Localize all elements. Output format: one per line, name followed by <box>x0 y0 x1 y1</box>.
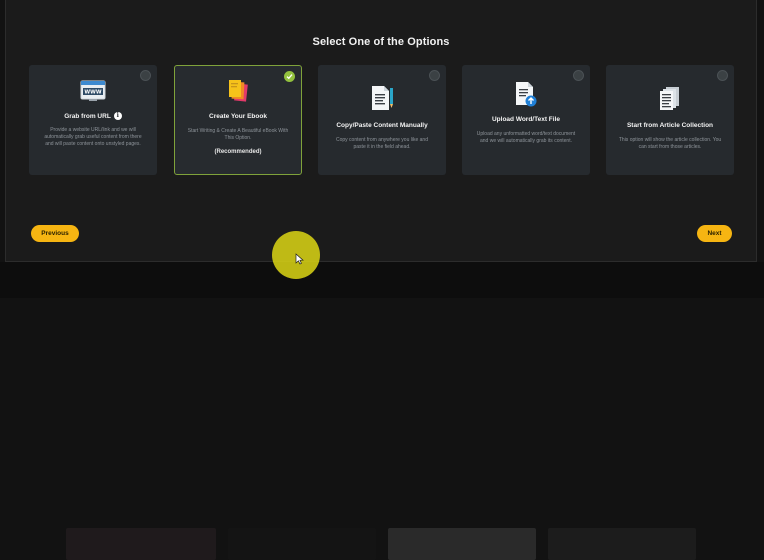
background-thumbnail <box>228 528 376 560</box>
option-title: Upload Word/Text File <box>491 116 560 123</box>
option-description: This option will show the article collec… <box>618 137 722 150</box>
options-modal: Select One of the Options WWW Grab from … <box>5 0 757 262</box>
radio-indicator[interactable] <box>573 70 584 81</box>
mouse-pointer-icon <box>295 252 304 270</box>
check-icon[interactable] <box>284 71 295 82</box>
option-card-article-collection[interactable]: Start from Article Collection This optio… <box>606 65 734 175</box>
option-title: Copy/Paste Content Manually <box>336 122 428 129</box>
background-thumbnail <box>548 528 696 560</box>
option-card-copy-paste[interactable]: Copy/Paste Content Manually Copy content… <box>318 65 446 175</box>
info-icon[interactable]: i <box>113 112 122 120</box>
option-description: Copy content from anywhere you like and … <box>336 137 428 150</box>
background-thumbnail <box>66 528 216 560</box>
option-description: Start Writing & Create A Beautiful eBook… <box>187 128 289 141</box>
www-browser-icon: WWW <box>80 80 106 107</box>
option-title: Create Your Ebook <box>209 113 267 120</box>
option-description: Upload any unformatted word/text documen… <box>476 131 576 144</box>
radio-indicator[interactable] <box>429 70 440 81</box>
option-card-create-ebook[interactable]: Create Your Ebook Start Writing & Create… <box>174 65 302 175</box>
document-pen-icon <box>368 84 396 117</box>
option-title: Grab from URL i <box>33 112 153 120</box>
option-description: Provide a website URL/link and we will a… <box>44 127 142 147</box>
radio-indicator[interactable] <box>717 70 728 81</box>
option-title: Start from Article Collection <box>626 122 714 129</box>
background-page <box>0 262 764 560</box>
article-collection-icon <box>657 85 683 118</box>
next-button[interactable]: Next <box>697 225 732 242</box>
radio-indicator[interactable] <box>140 70 151 81</box>
recommended-label: (Recommended) <box>214 149 262 155</box>
upload-document-icon <box>513 80 539 113</box>
svg-text:WWW: WWW <box>84 90 101 96</box>
ebook-stack-icon <box>227 78 249 109</box>
modal-title: Select One of the Options <box>312 36 450 48</box>
previous-button[interactable]: Previous <box>31 225 79 242</box>
option-card-grab-from-url[interactable]: WWW Grab from URL i Provide a website UR… <box>29 65 157 175</box>
option-card-upload-file[interactable]: Upload Word/Text File Upload any unforma… <box>462 65 590 175</box>
background-thumbnail <box>388 528 536 560</box>
